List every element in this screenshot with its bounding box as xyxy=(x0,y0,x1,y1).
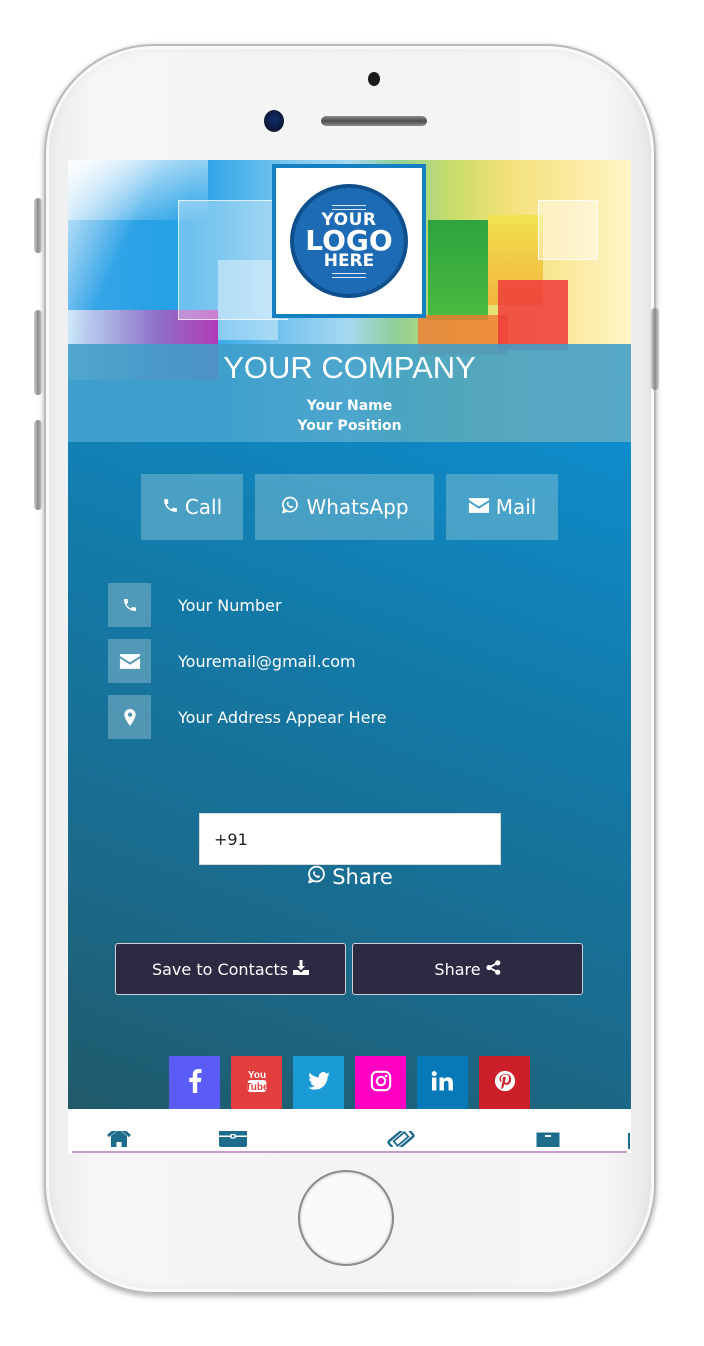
mail-button[interactable]: Mail xyxy=(446,474,558,540)
envelope-icon xyxy=(108,639,151,683)
svg-text:Tube: Tube xyxy=(246,1082,268,1093)
svg-text:You: You xyxy=(247,1070,265,1081)
power-button xyxy=(651,308,659,390)
front-camera xyxy=(264,110,284,132)
whatsapp-icon xyxy=(280,495,300,520)
linkedin-icon xyxy=(431,1070,455,1095)
volume-up-button xyxy=(34,310,42,395)
volume-down-button xyxy=(34,420,42,510)
save-to-contacts-label: Save to Contacts xyxy=(151,959,289,979)
call-button[interactable]: Call xyxy=(141,474,243,540)
whatsapp-icon xyxy=(306,864,327,890)
bottom-nav xyxy=(68,1109,631,1153)
contact-address-text: Your Address Appear Here xyxy=(178,707,387,727)
nav-home[interactable] xyxy=(104,1131,134,1151)
whatsapp-number-input[interactable] xyxy=(199,813,501,865)
nav-scroll-edge xyxy=(628,1133,630,1149)
contact-phone-text: Your Number xyxy=(178,595,282,615)
instagram-link[interactable] xyxy=(355,1056,406,1109)
youtube-icon: You Tube xyxy=(245,1068,269,1098)
title-band: YOUR COMPANY Your Name Your Position xyxy=(68,344,631,442)
home-icon xyxy=(106,1131,132,1151)
whatsapp-label: WhatsApp xyxy=(306,495,409,519)
nav-gallery[interactable] xyxy=(533,1131,563,1151)
mail-label: Mail xyxy=(495,495,537,519)
contact-email[interactable]: Youremail@gmail.com xyxy=(108,639,387,683)
ticket-icon xyxy=(386,1131,416,1151)
save-to-contacts-button[interactable]: Save to Contacts xyxy=(115,943,346,995)
proximity-sensor xyxy=(368,72,380,86)
screen: YOUR LOGO HERE YOUR COMPANY Your Name Yo… xyxy=(68,160,631,1153)
pinterest-icon xyxy=(494,1070,516,1096)
envelope-icon xyxy=(468,495,490,519)
home-button[interactable] xyxy=(298,1170,394,1266)
download-icon xyxy=(293,959,310,979)
card-body: Call WhatsApp Mail Your Number Youremail… xyxy=(68,442,631,1109)
contact-list: Your Number Youremail@gmail.com Your Add… xyxy=(108,583,387,751)
briefcase-icon xyxy=(218,1131,248,1151)
twitter-icon xyxy=(307,1071,330,1094)
logo-text-line3: HERE xyxy=(323,250,375,271)
instagram-icon xyxy=(370,1070,392,1096)
share-label: Share xyxy=(434,959,481,979)
map-marker-icon xyxy=(108,695,151,739)
twitter-link[interactable] xyxy=(293,1056,344,1109)
company-logo: YOUR LOGO HERE xyxy=(272,164,426,318)
contact-email-text: Youremail@gmail.com xyxy=(178,651,356,671)
whatsapp-button[interactable]: WhatsApp xyxy=(255,474,434,540)
archive-icon xyxy=(534,1131,562,1151)
facebook-icon xyxy=(188,1068,202,1097)
whatsapp-share-button[interactable]: Share xyxy=(68,864,631,890)
quick-actions: Call WhatsApp Mail xyxy=(141,474,558,540)
nav-portfolio[interactable] xyxy=(218,1131,248,1151)
logo-badge: YOUR LOGO HERE xyxy=(290,184,408,298)
card-actions: Save to Contacts Share xyxy=(115,943,583,995)
facebook-link[interactable] xyxy=(169,1056,220,1109)
nav-offers[interactable] xyxy=(386,1131,416,1151)
linkedin-link[interactable] xyxy=(417,1056,468,1109)
share-button[interactable]: Share xyxy=(352,943,583,995)
contact-address[interactable]: Your Address Appear Here xyxy=(108,695,387,739)
mute-switch xyxy=(34,198,42,253)
pinterest-link[interactable] xyxy=(479,1056,530,1109)
phone-icon xyxy=(108,583,151,627)
share-icon xyxy=(485,959,501,979)
company-name: YOUR COMPANY xyxy=(223,350,476,385)
logo-text-line2: LOGO xyxy=(305,224,393,258)
nav-underline xyxy=(72,1151,627,1153)
phone-icon xyxy=(162,495,179,519)
whatsapp-share-label: Share xyxy=(332,865,393,889)
hero-banner: YOUR LOGO HERE YOUR COMPANY Your Name Yo… xyxy=(68,160,631,442)
contact-phone[interactable]: Your Number xyxy=(108,583,387,627)
social-links: You Tube xyxy=(169,1056,530,1109)
person-name: Your Name xyxy=(306,398,393,414)
earpiece-speaker xyxy=(321,116,427,126)
youtube-link[interactable]: You Tube xyxy=(231,1056,282,1109)
person-position: Your Position xyxy=(297,418,402,434)
call-label: Call xyxy=(184,495,223,519)
